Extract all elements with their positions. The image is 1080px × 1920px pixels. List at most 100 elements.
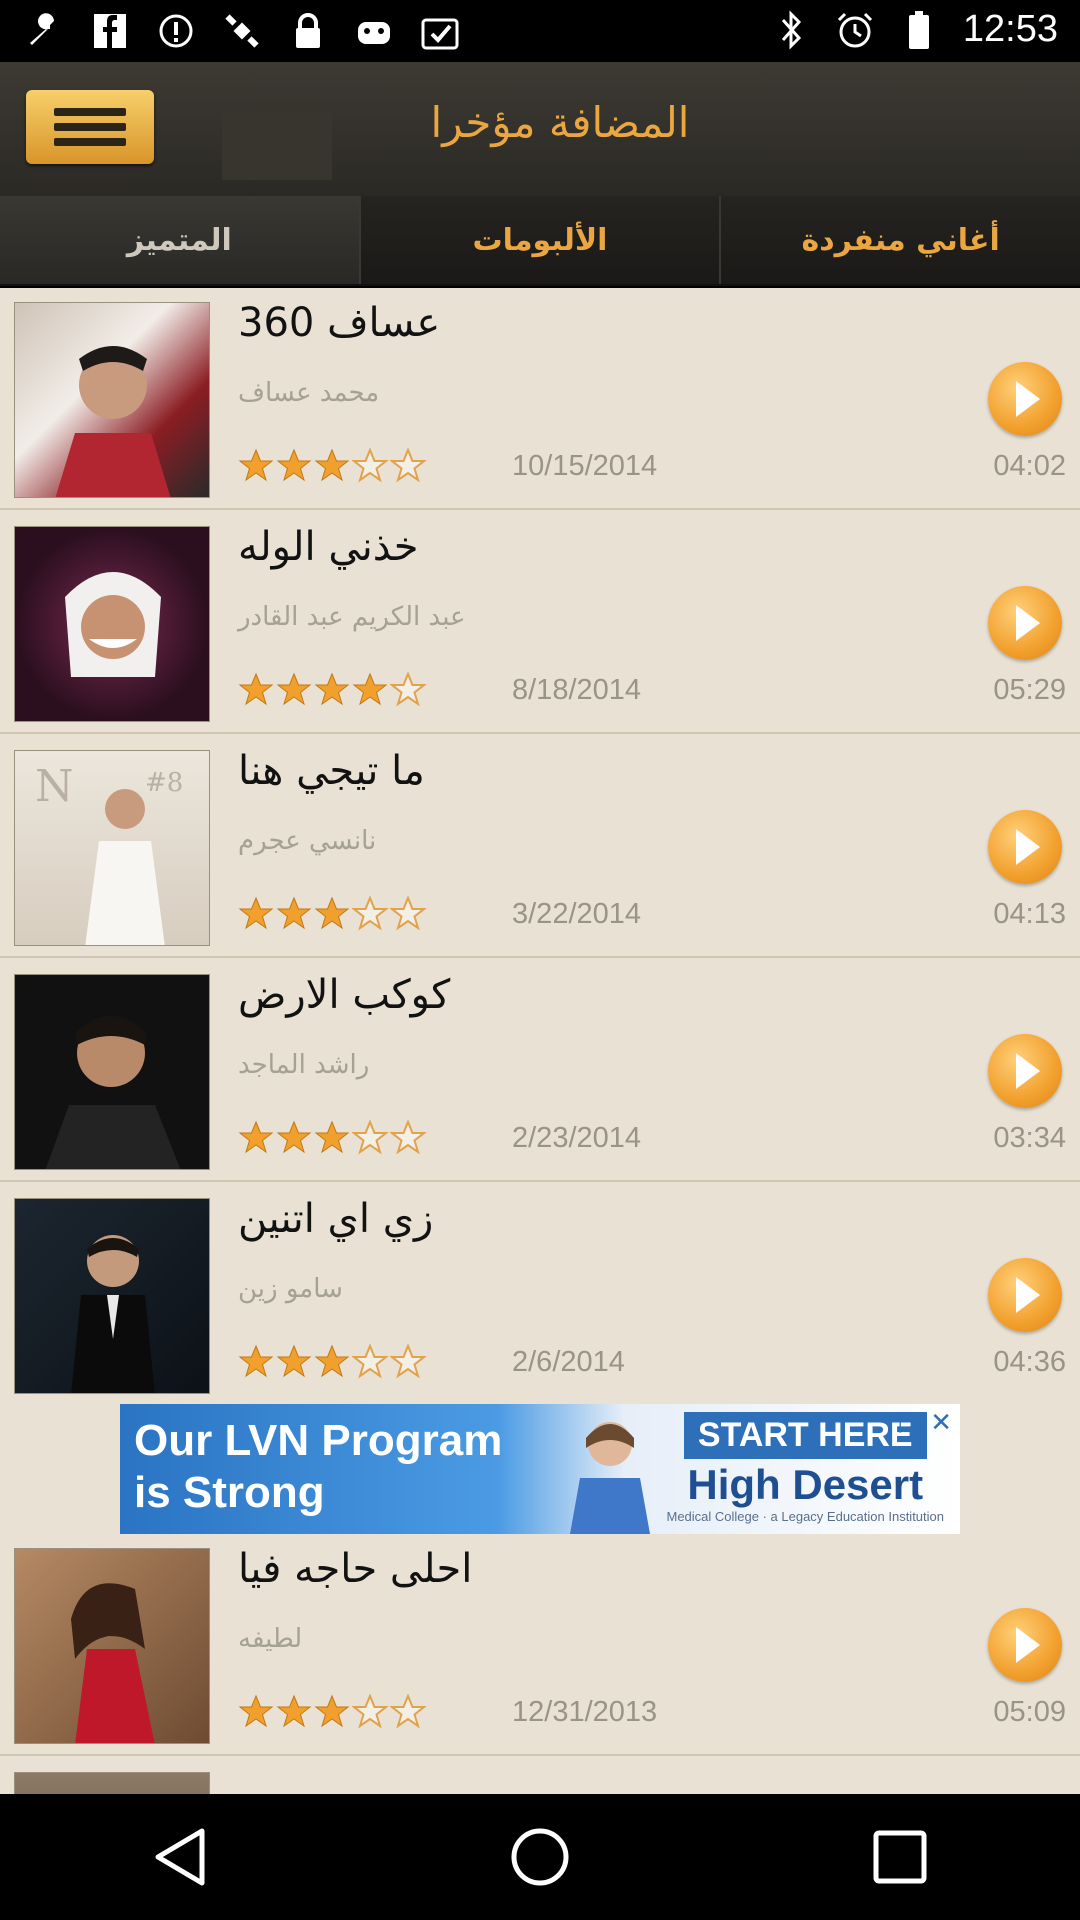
star-filled-icon xyxy=(276,1120,312,1154)
tab-singles[interactable]: أغاني منفردة xyxy=(719,196,1080,284)
app-header: المضافة مؤخرا xyxy=(0,62,1080,196)
song-row[interactable]: زي اي اتنين سامو زين 2/6/2014 04:36 xyxy=(0,1184,1080,1406)
tab-featured[interactable]: المتميز xyxy=(0,196,359,284)
play-button[interactable] xyxy=(988,586,1062,660)
duration: 03:34 xyxy=(993,1122,1066,1154)
ad-headline-2: is Strong xyxy=(134,1468,325,1517)
star-filled-icon xyxy=(276,896,312,930)
album-cover xyxy=(14,1548,210,1744)
ad-info-icon[interactable]: ▷ xyxy=(900,1408,918,1436)
star-filled-icon xyxy=(238,1344,274,1378)
album-cover: N #8 xyxy=(14,750,210,946)
artist-name: محمد عساف xyxy=(238,378,380,408)
star-empty-icon xyxy=(390,1120,426,1155)
star-filled-icon xyxy=(314,448,350,482)
song-list: عساف 360 محمد عساف 10/15/2014 04:02 خذني… xyxy=(0,288,1080,1794)
ad-cta: START HERE xyxy=(683,1412,927,1459)
song-row[interactable]: خذني الوله عبد الكريم عبد القادر 8/18/20… xyxy=(0,512,1080,734)
play-button[interactable] xyxy=(988,1258,1062,1332)
album-cover xyxy=(14,1772,210,1794)
star-empty-icon xyxy=(352,1120,388,1155)
song-row[interactable]: احلى حاجه فيا لطيفه 12/31/2013 05:09 xyxy=(0,1534,1080,1756)
song-title: احلى حاجه فيا xyxy=(238,1546,473,1592)
ad-brand: High Desert xyxy=(687,1461,924,1508)
satellite-icon xyxy=(222,10,262,52)
song-row[interactable]: N #8 ما تيجي هنا نانسي عجرم 3/22/2014 04:… xyxy=(0,736,1080,958)
star-filled-icon xyxy=(238,1694,274,1728)
svg-text:#8: #8 xyxy=(145,768,183,798)
star-filled-icon xyxy=(314,672,350,706)
svg-text:N: N xyxy=(35,761,74,812)
album-cover xyxy=(14,302,210,498)
bluetooth-icon xyxy=(771,9,811,51)
info-icon xyxy=(156,10,196,52)
recents-button[interactable] xyxy=(840,1807,960,1907)
release-date: 2/23/2014 xyxy=(512,1122,642,1154)
star-empty-icon xyxy=(352,1344,388,1379)
rating-stars xyxy=(238,1120,426,1156)
artist-name: عبد الكريم عبد القادر xyxy=(238,602,466,632)
home-button[interactable] xyxy=(480,1807,600,1907)
back-button[interactable] xyxy=(120,1807,240,1907)
tab-bar: المتميز الألبومات أغاني منفردة xyxy=(0,196,1080,286)
artist-name: لطيفه xyxy=(238,1624,303,1654)
star-filled-icon xyxy=(238,448,274,482)
song-title: كوكب الارض xyxy=(238,972,451,1018)
nurse-image xyxy=(570,1422,650,1534)
star-empty-icon xyxy=(390,672,426,707)
duration: 05:09 xyxy=(993,1696,1066,1728)
page-title: المضافة مؤخرا xyxy=(430,98,690,147)
status-bar: 12:53 xyxy=(0,0,1080,62)
rating-stars xyxy=(238,672,426,708)
lock-icon xyxy=(288,10,328,52)
star-filled-icon xyxy=(238,672,274,706)
song-row[interactable]: عساف 360 محمد عساف 10/15/2014 04:02 xyxy=(0,288,1080,510)
artist-name: راشد الماجد xyxy=(238,1050,370,1080)
tab-albums[interactable]: الألبومات xyxy=(358,196,720,284)
play-button[interactable] xyxy=(988,362,1062,436)
star-filled-icon xyxy=(238,1120,274,1154)
play-button[interactable] xyxy=(988,810,1062,884)
song-title: ما تيجي هنا xyxy=(238,748,425,794)
star-filled-icon xyxy=(352,672,388,706)
song-title: زي اي اتنين xyxy=(238,1196,434,1242)
star-filled-icon xyxy=(238,896,274,930)
wrench-icon xyxy=(24,10,64,52)
star-filled-icon xyxy=(276,1694,312,1728)
song-title: عساف 360 xyxy=(238,300,441,346)
star-filled-icon xyxy=(314,1120,350,1154)
star-empty-icon xyxy=(352,448,388,483)
album-cover xyxy=(14,526,210,722)
ad-close-icon[interactable]: ✕ xyxy=(930,1408,952,1438)
release-date: 12/31/2013 xyxy=(512,1696,658,1728)
play-button[interactable] xyxy=(988,1608,1062,1682)
menu-button[interactable] xyxy=(26,90,154,164)
ad-headline: Our LVN Program xyxy=(134,1416,503,1465)
recents-icon xyxy=(873,1830,927,1884)
rating-stars xyxy=(238,896,426,932)
song-row[interactable]: كوكب الارض راشد الماجد 2/23/2014 03:34 xyxy=(0,960,1080,1182)
rating-stars xyxy=(238,1344,426,1380)
play-button[interactable] xyxy=(988,1034,1062,1108)
song-title: خذني الوله xyxy=(238,524,419,570)
header-placeholder xyxy=(222,110,332,180)
ad-image[interactable]: Our LVN Program is Strong START HERE Hig… xyxy=(120,1404,960,1534)
duration: 04:13 xyxy=(993,898,1066,930)
battery-icon xyxy=(899,9,939,51)
alarm-icon xyxy=(835,9,875,51)
android-icon xyxy=(354,10,394,52)
song-row[interactable] xyxy=(0,1758,1080,1794)
duration: 04:02 xyxy=(993,450,1066,482)
album-cover xyxy=(14,974,210,1170)
release-date: 2/6/2014 xyxy=(512,1346,625,1378)
star-empty-icon xyxy=(390,448,426,483)
release-date: 8/18/2014 xyxy=(512,674,642,706)
ad-banner[interactable]: Our LVN Program is Strong START HERE Hig… xyxy=(0,1404,1080,1534)
artist-name: سامو زين xyxy=(238,1274,343,1304)
star-filled-icon xyxy=(276,672,312,706)
rating-stars xyxy=(238,1694,426,1730)
navigation-bar xyxy=(0,1794,1080,1920)
release-date: 10/15/2014 xyxy=(512,450,658,482)
star-empty-icon xyxy=(352,896,388,931)
star-empty-icon xyxy=(352,1694,388,1729)
